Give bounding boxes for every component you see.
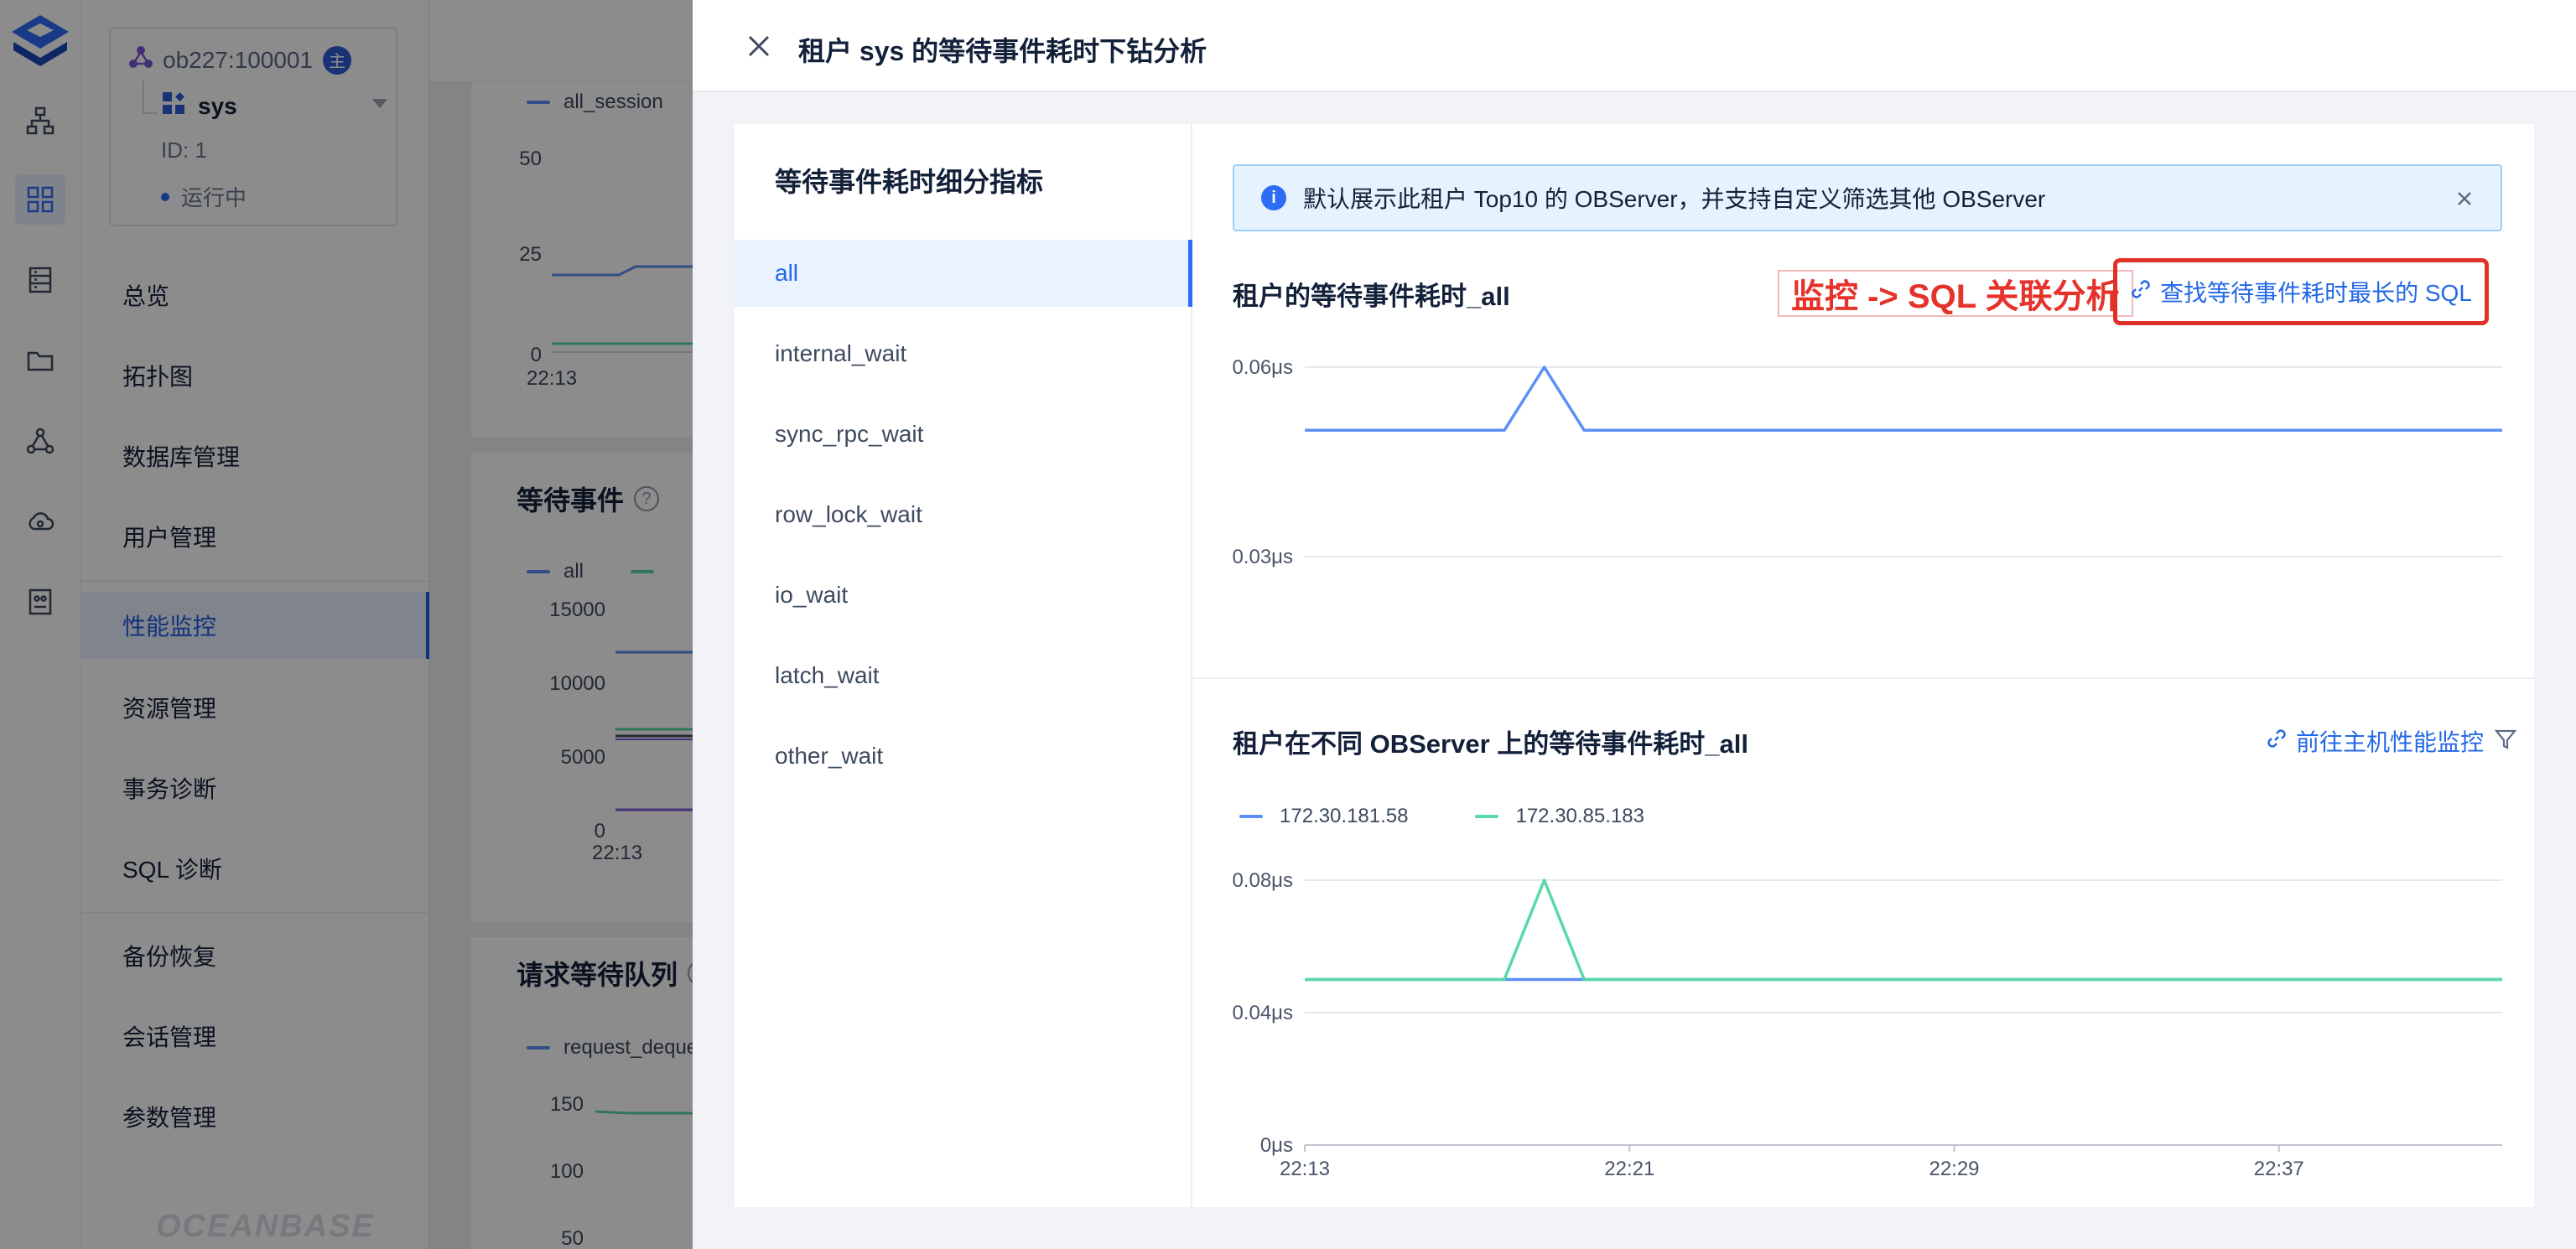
host-monitoring-link[interactable]: 前往主机性能监控 [2266,724,2484,758]
info-icon: i [1261,185,1286,210]
y-tick-label: 0.04μs [1232,1002,1293,1024]
find-longest-sql-label: 查找等待事件耗时最长的 SQL [2160,280,2472,306]
y-tick-label: 0μs [1260,1134,1293,1157]
metric-list-title: 等待事件耗时细分指标 [775,167,1044,197]
drawer-title: 租户 sys 的等待事件耗时下钻分析 [798,36,1208,66]
x-tick-label: 22:37 [2254,1158,2304,1180]
metric-item-internal-wait[interactable]: internal_wait [735,320,1192,387]
drawer-body: 等待事件耗时细分指标 all internal_wait sync_rpc_wa… [735,124,2534,1207]
legend-swatch [1239,815,1263,818]
info-alert-text: 默认展示此租户 Top10 的 OBServer，并支持自定义筛选其他 OBSe… [1303,186,2046,212]
metric-item-sync-rpc-wait[interactable]: sync_rpc_wait [735,401,1192,468]
metric-item-row-lock-wait[interactable]: row_lock_wait [735,481,1192,548]
series-line[interactable] [1305,365,2502,433]
metric-item-all[interactable]: all [735,240,1192,307]
x-tick-label: 22:13 [1280,1158,1330,1180]
metric-content: i 默认展示此租户 Top10 的 OBServer，并支持自定义筛选其他 OB… [1192,124,2534,1207]
section-title: 租户在不同 OBServer 上的等待事件耗时_all [1233,729,1748,759]
chart-legend: 172.30.181.58 172.30.85.183 [1239,805,1644,828]
drawer-header: 租户 sys 的等待事件耗时下钻分析 [693,0,2576,92]
find-longest-sql-link[interactable]: 查找等待事件耗时最长的 SQL [2113,258,2489,325]
drill-down-drawer: 租户 sys 的等待事件耗时下钻分析 等待事件耗时细分指标 all intern… [693,0,2576,1249]
legend-label[interactable]: 172.30.181.58 [1280,805,1408,828]
legend-swatch [1475,815,1499,818]
x-tick-label: 22:29 [1929,1158,1979,1180]
metric-list-panel: 等待事件耗时细分指标 all internal_wait sync_rpc_wa… [735,124,1192,1207]
info-alert: i 默认展示此租户 Top10 的 OBServer，并支持自定义筛选其他 OB… [1233,164,2502,231]
y-tick-label: 0.03μs [1232,546,1293,568]
close-icon[interactable] [2454,188,2475,210]
legend-label[interactable]: 172.30.85.183 [1515,805,1644,828]
y-tick-label: 0.06μs [1232,356,1293,379]
metric-item-latch-wait[interactable]: latch_wait [735,642,1192,709]
link-icon [2266,728,2288,755]
filter-icon[interactable] [2494,728,2517,755]
close-icon[interactable] [741,29,776,64]
link-icon [2130,278,2152,306]
tenant-wait-time-chart: 0.06μs0.03μs0μs22:1322:2122:2922:37 [1232,356,2502,568]
annotation-label: 监控 -> SQL 关联分析 [1778,270,2133,317]
section-title: 租户的等待事件耗时_all [1233,282,1510,311]
metric-item-other-wait[interactable]: other_wait [735,723,1192,790]
host-monitoring-label: 前往主机性能监控 [2296,729,2485,755]
series-line[interactable] [1305,878,2502,982]
y-tick-label: 0.08μs [1232,869,1293,892]
x-tick-label: 22:21 [1604,1158,1654,1180]
modal-mask[interactable] [0,0,693,1249]
metric-item-io-wait[interactable]: io_wait [735,562,1192,629]
section-divider [1192,677,2534,679]
observer-wait-time-chart: 0.08μs 0.04μs 0μs22:13 22:21 22:29 22:37 [1232,869,2502,1180]
